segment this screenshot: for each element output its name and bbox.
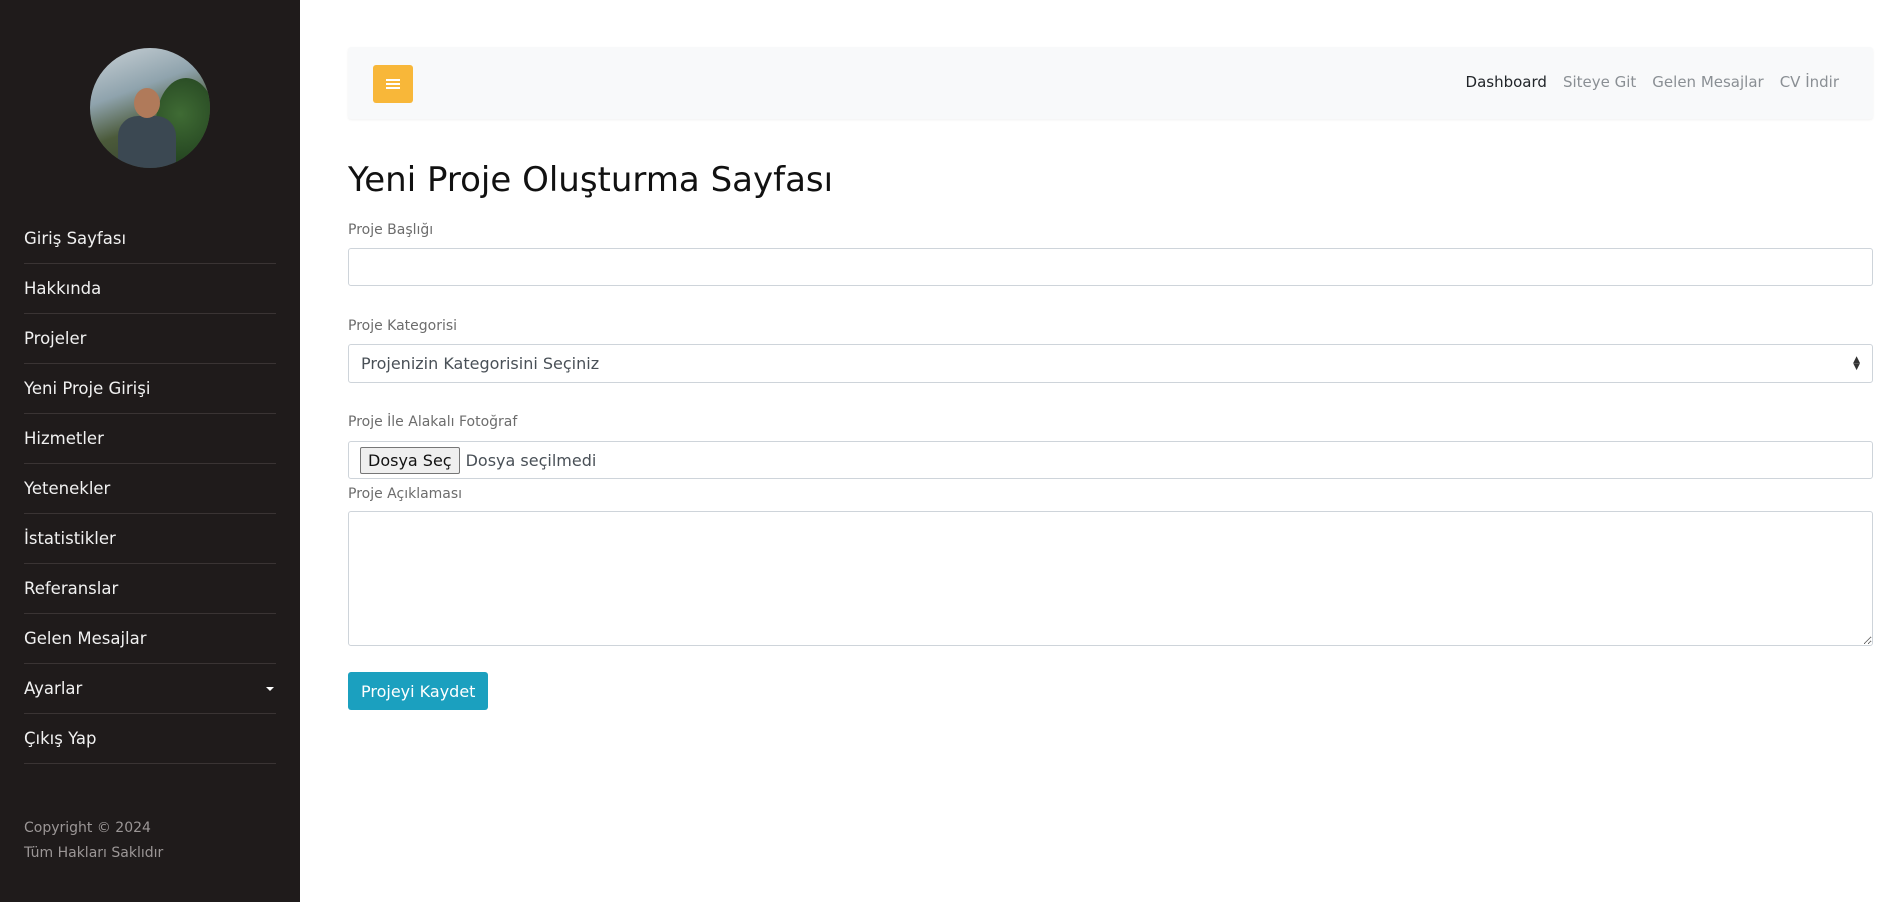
rights-line: Tüm Hakları Saklıdır [24,845,164,861]
sidebar-item-label: Yetenekler [24,479,111,498]
sidebar-item-label: Ayarlar [24,679,83,698]
nav-link-cv-indir[interactable]: CV İndir [1780,73,1839,91]
sidebar-item-label: Çıkış Yap [24,729,97,748]
copyright: Copyright © 2024 Tüm Hakları Saklıdır [24,816,163,866]
project-photo-label: Proje İle Alakalı Fotoğraf [348,414,518,430]
avatar [90,48,210,168]
top-navbar: Dashboard Siteye Git Gelen Mesajlar CV İ… [348,47,1873,119]
project-title-input[interactable] [348,248,1873,286]
select-arrows-icon: ▲ ▼ [1853,354,1860,372]
sidebar-item-hakkinda[interactable]: Hakkında [24,264,276,314]
project-title-label: Proje Başlığı [348,222,434,238]
file-status-text: Dosya seçilmedi [465,450,597,470]
avatar-person-head [134,88,160,118]
navbar-links: Dashboard Siteye Git Gelen Mesajlar CV İ… [1466,73,1839,91]
page-title: Yeni Proje Oluşturma Sayfası [348,160,834,200]
sidebar-item-label: Giriş Sayfası [24,229,127,248]
sidebar-item-yeni-proje-girisi[interactable]: Yeni Proje Girişi [24,364,276,414]
sidebar-item-hizmetler[interactable]: Hizmetler [24,414,276,464]
project-description-label: Proje Açıklaması [348,486,463,502]
sidebar-item-cikis-yap[interactable]: Çıkış Yap [24,714,276,764]
project-photo-file-input[interactable]: Dosya Seç Dosya seçilmedi [348,441,1873,479]
sidebar-item-giris-sayfasi[interactable]: Giriş Sayfası [24,214,276,264]
nav-link-dashboard[interactable]: Dashboard [1466,73,1547,91]
project-category-select[interactable]: Projenizin Kategorisini Seçiniz ▲ ▼ [348,344,1873,383]
sidebar-item-ayarlar[interactable]: Ayarlar [24,664,276,714]
sidebar-item-label: Referanslar [24,579,119,598]
avatar-person-body [118,116,176,168]
project-description-textarea[interactable] [348,511,1873,646]
sidebar: Giriş Sayfası Hakkında Projeler Yeni Pro… [0,0,300,902]
caret-down-icon [266,686,274,691]
sidebar-item-label: İstatistikler [24,529,116,548]
sidebar-menu: Giriş Sayfası Hakkında Projeler Yeni Pro… [24,214,276,764]
nav-link-gelen-mesajlar[interactable]: Gelen Mesajlar [1652,73,1763,91]
project-category-label: Proje Kategorisi [348,318,458,334]
sidebar-item-projeler[interactable]: Projeler [24,314,276,364]
sidebar-item-yetenekler[interactable]: Yetenekler [24,464,276,514]
sidebar-item-istatistikler[interactable]: İstatistikler [24,514,276,564]
selected-category: Projenizin Kategorisini Seçiniz [361,354,600,373]
sidebar-item-label: Hizmetler [24,429,104,448]
nav-link-siteye-git[interactable]: Siteye Git [1563,73,1636,91]
save-project-button[interactable]: Projeyi Kaydet [348,672,489,710]
sidebar-item-gelen-mesajlar[interactable]: Gelen Mesajlar [24,614,276,664]
hamburger-icon [386,77,400,91]
sidebar-item-label: Yeni Proje Girişi [24,379,151,398]
copyright-line: Copyright © 2024 [24,820,151,836]
sidebar-toggle-button[interactable] [373,65,413,103]
choose-file-button[interactable]: Dosya Seç [360,446,460,474]
sidebar-item-label: Hakkında [24,279,102,298]
sidebar-item-label: Projeler [24,329,87,348]
sidebar-item-label: Gelen Mesajlar [24,629,147,648]
sidebar-item-referanslar[interactable]: Referanslar [24,564,276,614]
